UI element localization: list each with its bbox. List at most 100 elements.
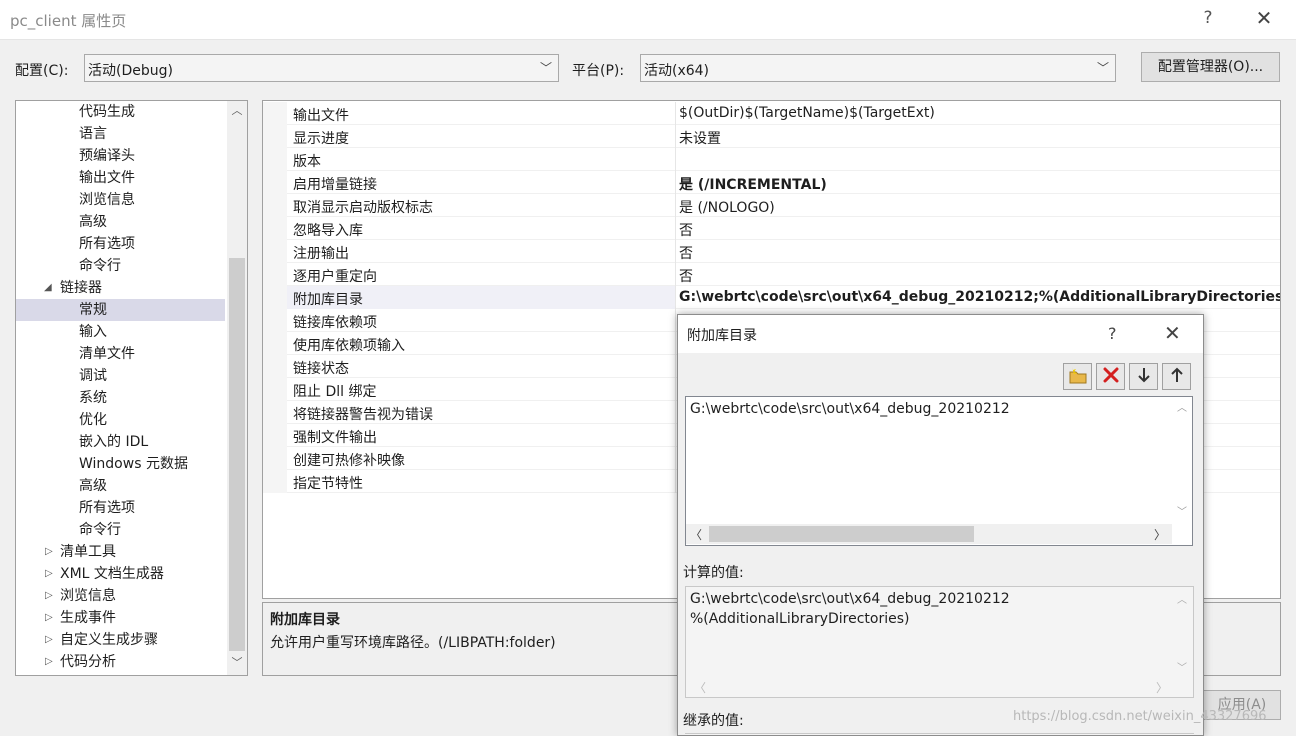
- tree-item[interactable]: 预编译头: [16, 145, 225, 167]
- tree-item-label: 调试: [79, 368, 107, 384]
- move-down-button[interactable]: [1129, 363, 1158, 390]
- column-separator: [675, 240, 676, 263]
- tree-item[interactable]: ▷ 生成事件: [16, 607, 225, 629]
- tree-item-label: 自定义生成步骤: [60, 632, 158, 648]
- new-line-button[interactable]: [1063, 363, 1092, 390]
- row-gutter: [263, 194, 287, 217]
- scrollbar-thumb[interactable]: [709, 526, 974, 542]
- watermark: https://blog.csdn.net/weixin_43327696: [1013, 709, 1267, 724]
- tree-item[interactable]: ▷ 清单工具: [16, 541, 225, 563]
- tree-item[interactable]: ▷ XML 文档生成器: [16, 563, 225, 585]
- property-value[interactable]: 否: [679, 266, 693, 286]
- property-row[interactable]: 输出文件 $(OutDir)$(TargetName)$(TargetExt): [263, 102, 1280, 125]
- collapsed-arrow-icon[interactable]: ▷: [45, 541, 53, 563]
- directory-list[interactable]: G:\webrtc\code\src\out\x64_debug_2021021…: [685, 396, 1193, 546]
- tree-item[interactable]: ▷ 浏览信息: [16, 585, 225, 607]
- property-tree[interactable]: 代码生成 语言 预编译头 输出文件 浏览信息 高级 所有选项 命令行 ◢ 链接器 常规 输入 清单文件调…: [15, 100, 248, 676]
- collapsed-arrow-icon[interactable]: ▷: [45, 629, 53, 651]
- platform-combo[interactable]: 活动(x64) ﹀: [640, 54, 1116, 82]
- property-row[interactable]: 逐用户重定向 否: [263, 263, 1280, 286]
- config-manager-button[interactable]: 配置管理器(O)...: [1141, 52, 1280, 82]
- tree-item[interactable]: 常规: [16, 299, 225, 321]
- row-gutter: [263, 263, 287, 286]
- property-name: 启用增量链接: [293, 177, 377, 193]
- property-row[interactable]: 启用增量链接 是 (/INCREMENTAL): [263, 171, 1280, 194]
- column-separator: [675, 194, 676, 217]
- tree-item[interactable]: 调试: [16, 365, 225, 387]
- property-value[interactable]: 是 (/INCREMENTAL): [679, 174, 827, 194]
- property-value[interactable]: 否: [679, 220, 693, 240]
- tree-item[interactable]: 代码生成: [16, 101, 225, 123]
- config-combo[interactable]: 活动(Debug) ﹀: [84, 54, 559, 82]
- library-dirs-dialog: 附加库目录 ? ✕ G:\webrtc\code\src\out\x64_deb…: [677, 314, 1204, 736]
- expanded-arrow-icon[interactable]: ◢: [44, 277, 52, 299]
- column-separator: [675, 217, 676, 240]
- property-value[interactable]: $(OutDir)$(TargetName)$(TargetExt): [679, 105, 935, 121]
- property-row[interactable]: 版本: [263, 148, 1280, 171]
- tree-item[interactable]: 高级: [16, 475, 225, 497]
- tree-item[interactable]: 所有选项: [16, 497, 225, 519]
- delete-line-button[interactable]: [1096, 363, 1125, 390]
- tree-item[interactable]: 浏览信息: [16, 189, 225, 211]
- chevron-down-icon[interactable]: ﹀: [227, 653, 247, 673]
- property-row[interactable]: 附加库目录 G:\webrtc\code\src\out\x64_debug_20…: [263, 286, 1280, 309]
- chevron-right-icon[interactable]: 〉: [1154, 526, 1166, 543]
- property-name: 阻止 Dll 绑定: [293, 384, 377, 400]
- property-row[interactable]: 取消显示启动版权标志 是 (/NOLOGO): [263, 194, 1280, 217]
- collapsed-arrow-icon[interactable]: ▷: [45, 563, 53, 585]
- tree-scrollbar[interactable]: ︿ ﹀: [227, 101, 247, 675]
- close-icon[interactable]: ✕: [1250, 6, 1278, 30]
- tree-item[interactable]: 输入: [16, 321, 225, 343]
- tree-item[interactable]: ▷ 代码分析: [16, 651, 225, 673]
- property-row[interactable]: 注册输出 否: [263, 240, 1280, 263]
- tree-item[interactable]: ◢ 链接器: [16, 277, 225, 299]
- property-value[interactable]: G:\webrtc\code\src\out\x64_debug_2021021…: [679, 289, 1280, 305]
- tree-item[interactable]: 命令行: [16, 519, 225, 541]
- tree-item[interactable]: 命令行: [16, 255, 225, 277]
- computed-line: G:\webrtc\code\src\out\x64_debug_2021021…: [690, 591, 1010, 607]
- move-up-button[interactable]: [1162, 363, 1191, 390]
- collapsed-arrow-icon[interactable]: ▷: [45, 585, 53, 607]
- chevron-up-icon[interactable]: ︿: [1177, 399, 1187, 414]
- row-gutter: [263, 125, 287, 148]
- tree-item-label: 常规: [79, 302, 107, 318]
- property-row[interactable]: 忽略导入库 否: [263, 217, 1280, 240]
- collapsed-arrow-icon[interactable]: ▷: [45, 651, 53, 673]
- description-title: 附加库目录: [270, 612, 340, 628]
- tree-item[interactable]: Windows 元数据: [16, 453, 225, 475]
- tree-item[interactable]: 高级: [16, 211, 225, 233]
- property-name: 指定节特性: [293, 476, 363, 492]
- tree-item[interactable]: 输出文件: [16, 167, 225, 189]
- chevron-up-icon[interactable]: ︿: [227, 101, 247, 121]
- window-title: pc_client 属性页: [10, 12, 127, 30]
- property-value[interactable]: 否: [679, 243, 693, 263]
- collapsed-arrow-icon[interactable]: ▷: [45, 607, 53, 629]
- chevron-left-icon: 〈: [694, 681, 707, 695]
- tree-item[interactable]: 嵌入的 IDL: [16, 431, 225, 453]
- tree-item-label: 优化: [79, 412, 107, 428]
- computed-label: 计算的值:: [683, 565, 744, 581]
- property-row[interactable]: 显示进度 未设置: [263, 125, 1280, 148]
- tree-item[interactable]: 所有选项: [16, 233, 225, 255]
- help-icon[interactable]: ?: [1198, 8, 1218, 28]
- tree-item[interactable]: 清单文件: [16, 343, 225, 365]
- tree-item[interactable]: 优化: [16, 409, 225, 431]
- tree-item[interactable]: 系统: [16, 387, 225, 409]
- property-value[interactable]: 是 (/NOLOGO): [679, 197, 775, 217]
- scrollbar-thumb[interactable]: [229, 258, 245, 651]
- close-icon[interactable]: ✕: [1164, 321, 1181, 345]
- chevron-left-icon[interactable]: 〈: [690, 526, 702, 543]
- chevron-down-icon[interactable]: ﹀: [1177, 503, 1187, 518]
- row-gutter: [263, 355, 287, 378]
- list-hscrollbar[interactable]: 〈 〉: [686, 524, 1172, 544]
- tree-item[interactable]: 语言: [16, 123, 225, 145]
- list-vscrollbar[interactable]: ︿ ﹀: [1172, 397, 1192, 524]
- tree-item[interactable]: ▷ 自定义生成步骤: [16, 629, 225, 651]
- row-gutter: [263, 424, 287, 447]
- help-icon[interactable]: ?: [1108, 324, 1117, 343]
- list-item[interactable]: G:\webrtc\code\src\out\x64_debug_2021021…: [690, 401, 1010, 417]
- property-value[interactable]: 未设置: [679, 128, 721, 148]
- row-gutter: [263, 171, 287, 194]
- column-separator: [675, 378, 676, 401]
- tree-item-label: 输入: [79, 324, 107, 340]
